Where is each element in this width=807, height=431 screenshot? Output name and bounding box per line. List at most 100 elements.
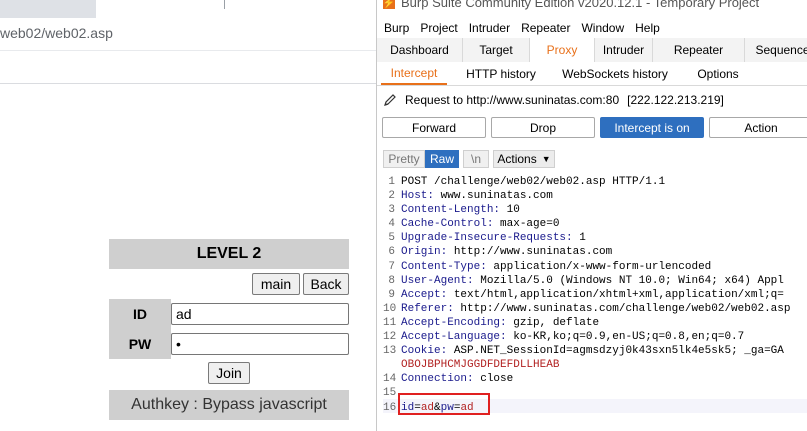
line-content: Content-Type: application/x-www-form-url… bbox=[401, 260, 711, 274]
newline-toggle-button[interactable]: \n bbox=[463, 150, 489, 168]
request-line: 1 POST /challenge/web02/web02.asp HTTP/1.… bbox=[383, 175, 807, 189]
line-number: 12 bbox=[383, 331, 397, 344]
header-name: Referer: bbox=[401, 302, 454, 315]
tab-dashboard[interactable]: Dashboard bbox=[377, 38, 463, 62]
burp-title: Burp Suite Community Edition v2020.12.1 … bbox=[401, 0, 760, 10]
header-value: Mozilla/5.0 (Windows NT 10.0; Win64; x64… bbox=[473, 274, 784, 287]
browser-tab[interactable] bbox=[96, 0, 376, 18]
tab-options[interactable]: Options bbox=[689, 62, 747, 85]
menu-help[interactable]: Help bbox=[628, 18, 660, 38]
request-ip: [222.122.213.219] bbox=[627, 93, 724, 107]
tab-http-history[interactable]: HTTP history bbox=[461, 62, 541, 85]
request-line: 4 Cache-Control: max-age=0 bbox=[383, 217, 807, 231]
line-number: 10 bbox=[383, 302, 397, 315]
browser-window: web02/web02.asp LEVEL 2 main Back ID ad … bbox=[0, 0, 376, 431]
menu-bar: Burp Project Intruder Repeater Window He… bbox=[377, 18, 807, 38]
pw-input[interactable]: • bbox=[171, 333, 349, 355]
tab-target[interactable]: Target bbox=[463, 38, 530, 62]
menu-window[interactable]: Window bbox=[574, 18, 624, 38]
line-content: Accept: text/html,application/xhtml+xml,… bbox=[401, 288, 784, 302]
request-line: 6 Origin: http://www.suninatas.com bbox=[383, 245, 807, 259]
join-row: Join bbox=[109, 359, 349, 387]
back-button[interactable]: Back bbox=[303, 273, 349, 295]
tab-websockets-history[interactable]: WebSockets history bbox=[559, 62, 671, 85]
level-title: LEVEL 2 bbox=[109, 239, 349, 269]
line-content: Cache-Control: max-age=0 bbox=[401, 217, 559, 231]
request-line: 7 Content-Type: application/x-www-form-ur… bbox=[383, 260, 807, 274]
menu-project[interactable]: Project bbox=[413, 18, 457, 38]
login-form: LEVEL 2 main Back ID ad PW • Join Authke… bbox=[109, 239, 349, 420]
line-content: Connection: close bbox=[401, 372, 513, 386]
request-editor[interactable]: 1 POST /challenge/web02/web02.asp HTTP/1.… bbox=[383, 175, 807, 431]
request-url: Request to http://www.suninatas.com:80 bbox=[405, 93, 620, 107]
line-content: Referer: http://www.suninatas.com/challe… bbox=[401, 302, 790, 316]
header-value: 1 bbox=[572, 232, 586, 245]
intercept-toggle-button[interactable]: Intercept is on bbox=[600, 117, 704, 138]
line-number: 13 bbox=[383, 345, 397, 358]
line-content: User-Agent: Mozilla/5.0 (Windows NT 10.0… bbox=[401, 274, 784, 288]
header-value: max-age=0 bbox=[493, 218, 560, 231]
body-highlight-box bbox=[398, 393, 490, 415]
menu-burp[interactable]: Burp bbox=[377, 18, 409, 38]
forward-button[interactable]: Forward bbox=[382, 117, 486, 138]
pretty-view-button[interactable]: Pretty bbox=[383, 150, 425, 168]
request-line: 3 Content-Length: 10 bbox=[383, 203, 807, 217]
header-name: Accept-Encoding: bbox=[401, 316, 507, 329]
header-name: User-Agent: bbox=[401, 274, 474, 287]
tab-divider bbox=[224, 0, 225, 9]
menu-repeater[interactable]: Repeater bbox=[514, 18, 570, 38]
tab-intruder[interactable]: Intruder bbox=[595, 38, 653, 62]
header-name: Cache-Control: bbox=[401, 218, 494, 231]
tab-repeater[interactable]: Repeater bbox=[653, 38, 745, 62]
address-bar[interactable]: web02/web02.asp bbox=[0, 18, 376, 50]
burp-title-bar: ⚡ Burp Suite Community Edition v2020.12.… bbox=[377, 0, 807, 14]
header-name: Upgrade-Insecure-Requests: bbox=[401, 232, 573, 245]
nav-button-row: main Back bbox=[109, 269, 349, 299]
tab-proxy[interactable]: Proxy bbox=[530, 38, 595, 62]
toolbar-divider bbox=[0, 50, 376, 51]
header-name: Cookie: bbox=[401, 345, 448, 358]
header-name: Host: bbox=[401, 190, 435, 203]
line-number: 6 bbox=[388, 246, 395, 259]
line-number: 5 bbox=[388, 232, 395, 245]
line-number: 8 bbox=[388, 274, 395, 287]
line-number: 16 bbox=[383, 401, 397, 414]
line-text: POST /challenge/web02/web02.asp HTTP/1.1 bbox=[401, 176, 666, 188]
tab-strip bbox=[0, 0, 376, 18]
pw-row: PW • bbox=[109, 329, 349, 359]
line-number: 3 bbox=[388, 204, 395, 217]
actions-dropdown[interactable]: Actions ▼ bbox=[493, 150, 555, 168]
request-line: 2 Host: www.suninatas.com bbox=[383, 189, 807, 203]
line-number: 14 bbox=[383, 373, 397, 386]
header-name: Connection: bbox=[401, 373, 474, 386]
header-value: 10 bbox=[500, 204, 520, 217]
action-button[interactable]: Action bbox=[709, 117, 807, 138]
screen: web02/web02.asp LEVEL 2 main Back ID ad … bbox=[0, 0, 807, 431]
message-view-toggle: Pretty Raw \n Actions ▼ bbox=[383, 150, 559, 168]
main-button[interactable]: main bbox=[252, 273, 300, 295]
join-button[interactable]: Join bbox=[208, 362, 250, 384]
tab-intercept[interactable]: Intercept bbox=[381, 62, 447, 85]
proxy-sub-tab-bar: Intercept HTTP history WebSockets histor… bbox=[377, 62, 807, 86]
request-line: 13 Cookie: ASP.NET_SessionId=agmsdzyj0k43… bbox=[383, 344, 807, 358]
tab-sequencer[interactable]: Sequencer bbox=[745, 38, 807, 62]
id-input[interactable]: ad bbox=[171, 303, 349, 325]
header-value: ASP.NET_SessionId=agmsdzyj0k43sxn5lk4e5s… bbox=[447, 345, 784, 358]
raw-view-button[interactable]: Raw bbox=[425, 150, 459, 168]
id-label: ID bbox=[109, 299, 171, 329]
header-value: http://www.suninatas.com/challenge/web02… bbox=[453, 302, 791, 315]
header-value: close bbox=[473, 373, 514, 386]
line-content: POST /challenge/web02/web02.asp HTTP/1.1 bbox=[401, 175, 665, 189]
line-content: Accept-Language: ko-KR,ko;q=0.9,en-US;q=… bbox=[401, 330, 744, 344]
chevron-down-icon: ▼ bbox=[541, 154, 551, 164]
request-line: 14 Connection: close bbox=[383, 372, 807, 386]
id-row: ID ad bbox=[109, 299, 349, 329]
pw-label: PW bbox=[109, 329, 171, 359]
header-name: Content-Length: bbox=[401, 204, 501, 217]
drop-button[interactable]: Drop bbox=[491, 117, 595, 138]
pencil-icon[interactable] bbox=[383, 93, 397, 107]
url-text[interactable]: web02/web02.asp bbox=[0, 25, 113, 41]
line-number: 9 bbox=[388, 288, 395, 301]
header-value: text/html,application/xhtml+xml,applicat… bbox=[447, 288, 784, 301]
menu-intruder[interactable]: Intruder bbox=[462, 18, 510, 38]
